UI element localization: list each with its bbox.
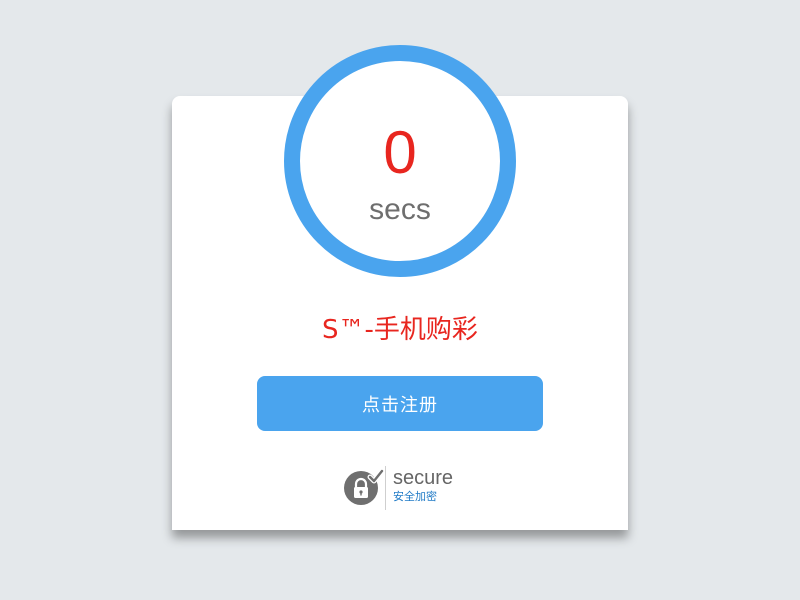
countdown-unit: secs bbox=[369, 193, 431, 226]
secure-subtitle: 安全加密 bbox=[393, 490, 437, 503]
countdown-value: 0 bbox=[383, 119, 417, 186]
register-button[interactable]: 点击注册 bbox=[257, 376, 543, 431]
page-title: S™-手机购彩 bbox=[322, 315, 478, 345]
padlock-check-icon bbox=[354, 468, 385, 498]
secure-badge: secure 安全加密 bbox=[344, 466, 474, 510]
countdown-ring: 0 secs bbox=[284, 45, 516, 277]
badge-divider bbox=[385, 466, 386, 510]
secure-label: secure bbox=[393, 467, 454, 489]
